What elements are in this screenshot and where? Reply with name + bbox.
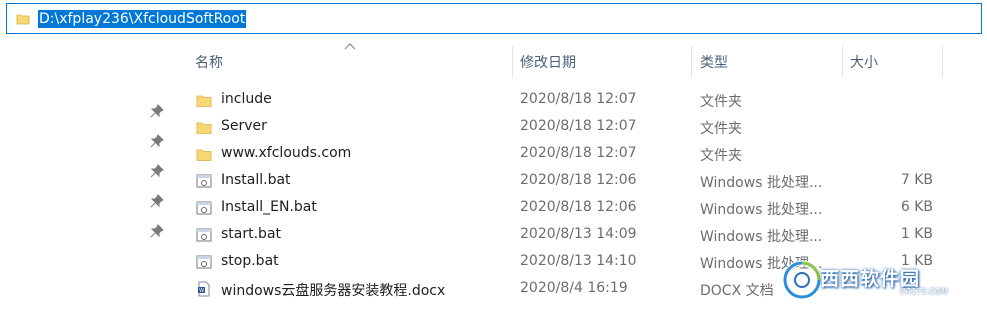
column-divider[interactable]	[512, 46, 513, 78]
file-name: Server	[221, 118, 267, 134]
batch-file-icon	[196, 228, 212, 242]
column-header-type[interactable]: 类型	[700, 52, 728, 74]
sort-ascending-icon	[344, 43, 356, 50]
file-row[interactable]: start.bat 2020/8/13 14:09 Windows 批处理...…	[190, 222, 940, 249]
file-size: 7 KB	[900, 172, 933, 188]
folder-icon	[16, 14, 30, 25]
file-name: windows云盘服务器安装教程.docx	[221, 283, 446, 299]
column-header-size[interactable]: 大小	[850, 52, 878, 74]
file-type: 文件夹	[700, 121, 742, 137]
folder-icon	[196, 122, 212, 134]
file-name: stop.bat	[221, 253, 279, 269]
folder-icon	[196, 95, 212, 107]
folder-icon	[196, 149, 212, 161]
address-bar[interactable]: D:\xfplay236\XfcloudSoftRoot	[6, 3, 982, 34]
column-header-date[interactable]: 修改日期	[520, 52, 576, 74]
pin-icon[interactable]	[150, 164, 164, 178]
file-row[interactable]: Install_EN.bat 2020/8/18 12:06 Windows 批…	[190, 195, 940, 222]
pin-icon[interactable]	[150, 194, 164, 208]
batch-file-icon	[196, 255, 212, 269]
file-date: 2020/8/13 14:10	[520, 253, 637, 269]
watermark-url: CR173.COM	[900, 287, 948, 296]
file-name: www.xfclouds.com	[221, 145, 352, 161]
column-divider[interactable]	[691, 46, 692, 78]
column-divider[interactable]	[942, 46, 943, 78]
file-date: 2020/8/18 12:06	[520, 199, 637, 215]
file-date: 2020/8/18 12:07	[520, 145, 637, 161]
pin-icon[interactable]	[150, 134, 164, 148]
file-type: 文件夹	[700, 148, 742, 164]
file-date: 2020/8/18 12:07	[520, 118, 637, 134]
file-type: Windows 批处理...	[700, 229, 823, 245]
file-size: 6 KB	[900, 199, 933, 215]
file-type: Windows 批处理...	[700, 202, 823, 218]
column-divider[interactable]	[842, 46, 843, 78]
file-row[interactable]: include 2020/8/18 12:07 文件夹	[190, 87, 940, 114]
file-name: start.bat	[221, 226, 282, 242]
column-header-name[interactable]: 名称	[195, 52, 223, 74]
pin-icon[interactable]	[150, 104, 164, 118]
batch-file-icon	[196, 174, 212, 188]
batch-file-icon	[196, 201, 212, 215]
file-name: Install.bat	[221, 172, 291, 188]
file-row[interactable]: Server 2020/8/18 12:07 文件夹	[190, 114, 940, 141]
file-name: include	[221, 91, 272, 107]
file-name: Install_EN.bat	[221, 199, 317, 215]
file-row[interactable]: www.xfclouds.com 2020/8/18 12:07 文件夹	[190, 141, 940, 168]
file-date: 2020/8/18 12:06	[520, 172, 637, 188]
svg-text:W: W	[199, 288, 204, 294]
file-date: 2020/8/18 12:07	[520, 91, 637, 107]
file-size: 1 KB	[900, 226, 933, 242]
word-document-icon: W	[198, 281, 210, 297]
file-date: 2020/8/13 14:09	[520, 226, 637, 242]
file-row[interactable]: Install.bat 2020/8/18 12:06 Windows 批处理.…	[190, 168, 940, 195]
file-type: DOCX 文档	[700, 283, 774, 299]
address-path[interactable]: D:\xfplay236\XfcloudSoftRoot	[38, 10, 247, 28]
file-type: 文件夹	[700, 94, 742, 110]
file-date: 2020/8/4 16:19	[520, 280, 628, 296]
pin-icon[interactable]	[150, 224, 164, 238]
file-type: Windows 批处理...	[700, 175, 823, 191]
